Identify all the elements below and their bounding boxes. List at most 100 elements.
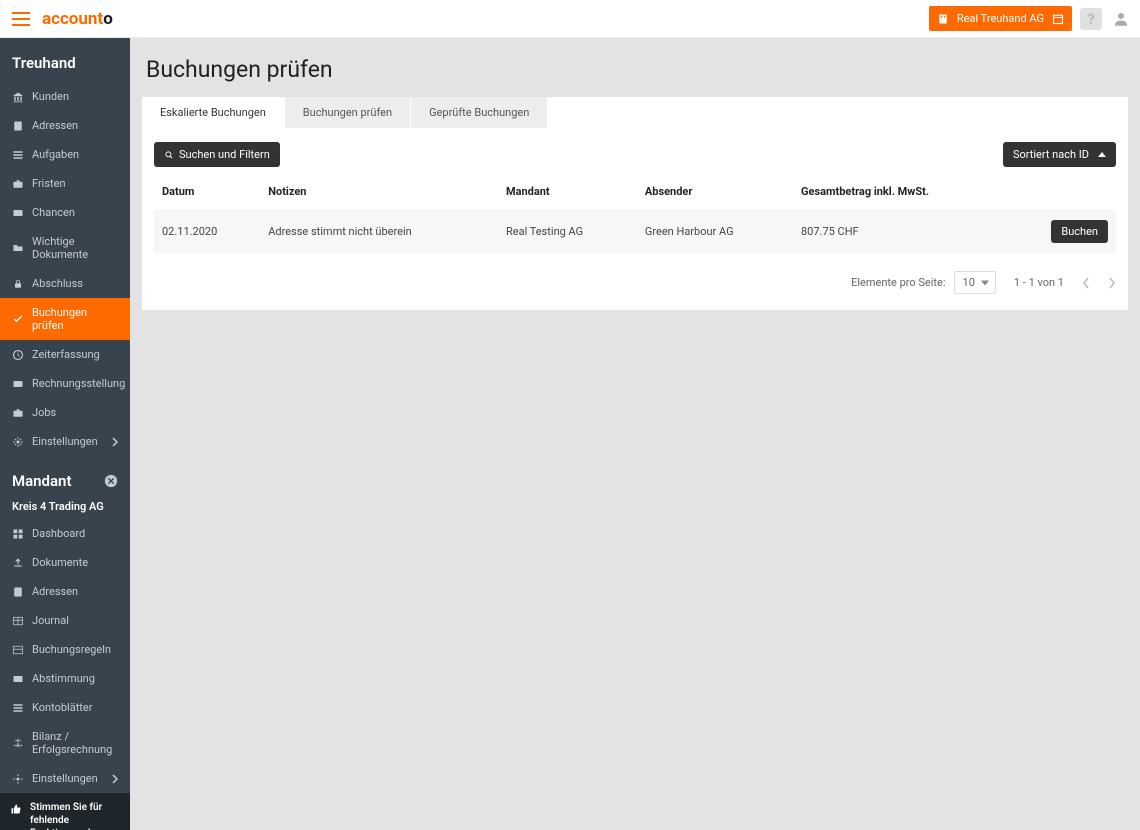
sidebar-item-adressen2[interactable]: Adressen [0,577,130,606]
th-mandant[interactable]: Mandant [498,175,637,210]
next-page-icon[interactable] [1108,277,1116,289]
sidebar-item-adressen[interactable]: Adressen [0,111,130,140]
help-icon[interactable]: ? [1080,8,1102,30]
cell-betrag: 807.75 CHF [793,210,1008,253]
logo-text-2: o [103,9,113,29]
sidebar-item-label: Einstellungen [32,435,98,448]
tasks-icon [12,149,24,161]
table-row[interactable]: 02.11.2020 Adresse stimmt nicht überein … [154,210,1116,253]
sidebar-item-buchungsregeln[interactable]: Buchungsregeln [0,635,130,664]
main-content: Buchungen prüfen Eskalierte Buchungen Bu… [130,38,1140,830]
vote-text: Stimmen Sie für fehlende Funktionen ab [30,801,120,830]
sidebar-item-zeiterfassung[interactable]: Zeiterfassung [0,340,130,369]
sidebar-item-label: Kunden [32,90,69,103]
sidebar-item-label: Kontoblätter [32,701,92,714]
book-button[interactable]: Buchen [1051,220,1108,243]
sidebar-section-treuhand: Treuhand [0,38,130,82]
prev-page-icon[interactable] [1082,277,1090,289]
lock-icon [12,278,24,290]
sidebar-item-abschluss[interactable]: Abschluss [0,269,130,298]
user-icon[interactable] [1110,8,1132,30]
chevron-right-icon [112,437,118,447]
sidebar-item-bilanz[interactable]: Bilanz / Erfolgsrechnung [0,722,130,764]
sidebar-item-label: Einstellungen [32,772,98,785]
calendar-icon [1052,13,1064,25]
sidebar-item-label: Journal [32,614,69,627]
sidebar-item-label: Dashboard [32,527,85,540]
sidebar-item-chancen[interactable]: Chancen [0,198,130,227]
search-filter-button[interactable]: Suchen und Filtern [154,142,280,167]
th-betrag[interactable]: Gesamtbetrag inkl. MwSt. [793,175,1008,210]
org-name: Real Treuhand AG [957,12,1044,25]
sidebar: Treuhand Kunden Adressen Aufgaben Friste… [0,38,130,830]
sidebar-item-label: Chancen [32,206,75,219]
tab-eskalierte[interactable]: Eskalierte Buchungen [142,97,285,128]
sidebar-item-kunden[interactable]: Kunden [0,82,130,111]
per-page-label: Elemente pro Seite: [851,276,945,289]
list-icon [12,702,24,714]
sidebar-item-label: Dokumente [32,556,88,569]
th-datum[interactable]: Datum [154,175,260,210]
sidebar-item-jobs[interactable]: Jobs [0,398,130,427]
sidebar-item-label: Fristen [32,177,66,190]
sidebar-item-buchungen-pruefen[interactable]: Buchungen prüfen [0,298,130,340]
per-page-select[interactable]: 10 [954,271,996,294]
sidebar-item-journal[interactable]: Journal [0,606,130,635]
tab-buchungen-pruefen[interactable]: Buchungen prüfen [285,97,411,128]
top-header: accounto Real Treuhand AG ? [0,0,1140,38]
address-icon [12,120,24,132]
sidebar-item-dashboard[interactable]: Dashboard [0,519,130,548]
tabs: Eskalierte Buchungen Buchungen prüfen Ge… [142,97,1128,128]
cell-mandant: Real Testing AG [498,210,637,253]
sidebar-item-einstellungen[interactable]: Einstellungen [0,427,130,456]
money-icon [12,207,24,219]
sidebar-item-label: Adressen [32,585,78,598]
logo[interactable]: accounto [42,9,113,29]
sidebar-item-dokumente[interactable]: Wichtige Dokumente [0,227,130,269]
sidebar-item-label: Bilanz / Erfolgsrechnung [32,730,118,756]
briefcase-icon [12,407,24,419]
thumbs-up-icon [10,803,22,815]
bookings-table: Datum Notizen Mandant Absender Gesamtbet… [154,175,1116,253]
card-icon [12,378,24,390]
sidebar-item-label: Wichtige Dokumente [32,235,118,261]
vote-box[interactable]: Stimmen Sie für fehlende Funktionen ab [0,793,130,830]
sidebar-item-label: Abstimmung [32,672,95,685]
cell-absender: Green Harbour AG [637,210,793,253]
org-badge[interactable]: Real Treuhand AG [929,6,1072,31]
address-icon [12,586,24,598]
table-icon [12,615,24,627]
briefcase-icon [12,178,24,190]
page-title: Buchungen prüfen [142,56,1128,83]
menu-toggle-icon[interactable] [12,12,30,26]
scales-icon [12,737,24,749]
sidebar-item-einstellungen2[interactable]: Einstellungen [0,764,130,793]
sidebar-item-rechnung[interactable]: Rechnungsstellung [0,369,130,398]
building-icon [937,13,949,25]
gear-icon [12,773,24,785]
sidebar-item-fristen[interactable]: Fristen [0,169,130,198]
sidebar-item-kontoblaetter[interactable]: Kontoblätter [0,693,130,722]
sort-button[interactable]: Sortiert nach ID [1003,142,1116,167]
th-notizen[interactable]: Notizen [260,175,498,210]
sidebar-item-aufgaben[interactable]: Aufgaben [0,140,130,169]
sidebar-item-label: Buchungsregeln [32,643,111,656]
pagination: Elemente pro Seite: 10 1 - 1 von 1 [154,271,1116,294]
upload-icon [12,557,24,569]
sidebar-item-label: Aufgaben [32,148,79,161]
close-circle-icon[interactable] [104,474,118,488]
mandant-name: Kreis 4 Trading AG [0,500,130,519]
sidebar-item-dokumente2[interactable]: Dokumente [0,548,130,577]
tab-geprueft[interactable]: Geprüfte Buchungen [411,97,548,128]
sidebar-item-label: Rechnungsstellung [32,377,125,390]
clock-icon [12,349,24,361]
sidebar-item-label: Zeiterfassung [32,348,100,361]
cell-notizen: Adresse stimmt nicht überein [260,210,498,253]
folder-icon [12,242,24,254]
sidebar-item-abstimmung[interactable]: Abstimmung [0,664,130,693]
bank-icon [12,91,24,103]
sidebar-item-label: Jobs [32,406,56,419]
chevron-right-icon [112,774,118,784]
th-absender[interactable]: Absender [637,175,793,210]
arrow-up-icon [1098,152,1106,157]
